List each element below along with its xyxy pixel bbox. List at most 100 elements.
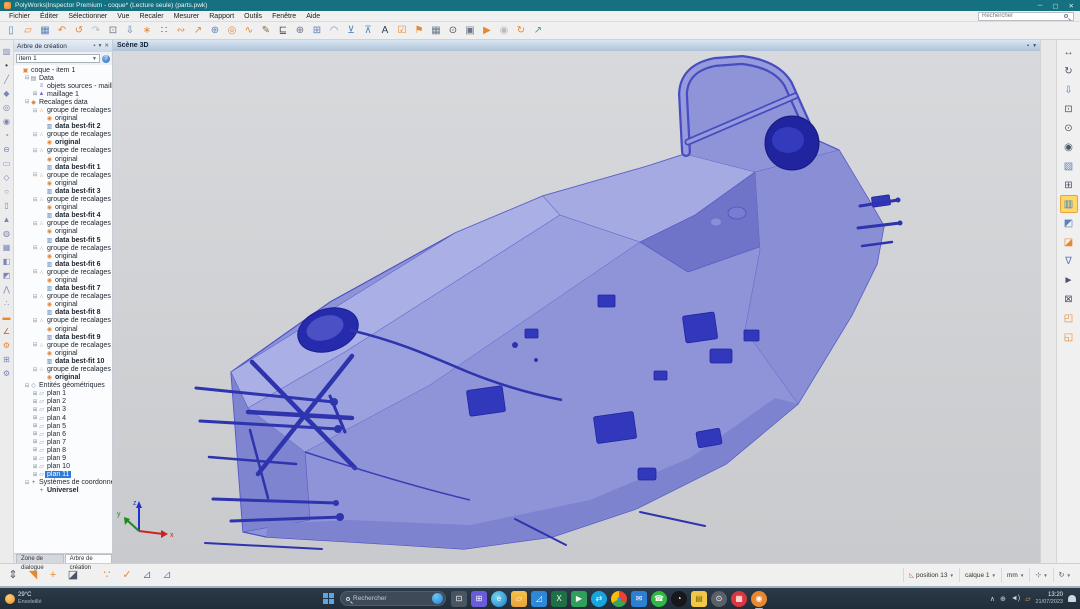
tree-item-label[interactable]: plan 2 (45, 398, 68, 405)
store-icon[interactable]: ⊞ (471, 591, 487, 607)
tree-row[interactable]: ▥ data best-fit 10 (14, 357, 112, 365)
probe-point-icon[interactable]: ⊻ (343, 23, 359, 39)
angle-tool-icon[interactable]: ∠ (1, 324, 13, 337)
tab-creation-tree[interactable]: Arbre de création (65, 554, 112, 563)
tree-item-label[interactable]: data best-fit 8 (53, 309, 103, 316)
undo-icon[interactable]: ↶ (54, 23, 70, 39)
teamviewer-icon[interactable]: ⇄ (591, 591, 607, 607)
menu-item[interactable]: Fichier (4, 13, 35, 20)
tree-item-label[interactable]: plan 4 (45, 415, 68, 422)
tree-item-label[interactable]: original (53, 350, 80, 357)
weather-widget[interactable]: 29°C Ensoleillé (0, 592, 42, 605)
polyworks-icon[interactable]: ◉ (751, 591, 767, 607)
color-map-icon[interactable]: ▥ (1060, 195, 1078, 213)
speaker-icon[interactable]: ◄) (1011, 595, 1020, 602)
snapshot-icon[interactable]: ⊡ (105, 23, 121, 39)
tree-item-label[interactable]: plan 8 (45, 447, 68, 454)
tree-row[interactable]: ◉ original (14, 349, 112, 357)
tree-item-label[interactable]: plan 9 (45, 455, 68, 462)
tree-row[interactable]: ⊞ ▱ plan 5 (14, 422, 112, 430)
tree-item-label[interactable]: Entités géométriques (37, 382, 107, 389)
scan-pad-icon[interactable]: ▨ (1, 44, 13, 57)
slot-tool-icon[interactable]: ⊖ (1, 142, 13, 155)
separator-icon[interactable]: ▬ (1, 310, 13, 323)
translate-view-icon[interactable]: ↔ (1060, 43, 1078, 61)
play-macro-icon[interactable]: ▶ (479, 23, 495, 39)
tree-row[interactable]: ◉ original (14, 252, 112, 260)
sphere-tool-icon[interactable]: ◍ (1, 226, 13, 239)
tree-item-label[interactable]: data best-fit 3 (53, 188, 103, 195)
cylinder-tool-icon[interactable]: ▯ (1, 198, 13, 211)
menu-item[interactable]: Fenêtre (267, 13, 301, 20)
scene-3d[interactable]: z x y (113, 51, 1040, 563)
tree-row[interactable]: ⊞ ▱ plan 3 (14, 406, 112, 414)
align-sequence-icon[interactable]: ⊿ (138, 566, 156, 584)
cloud-icon[interactable]: ◠ (326, 23, 342, 39)
play-icon[interactable]: ▶ (571, 591, 587, 607)
tree-row[interactable]: ◉ original (14, 204, 112, 212)
undo-view-icon[interactable]: ↺ (71, 23, 87, 39)
tree-item-label[interactable]: plan 1 (45, 390, 68, 397)
command-search-input[interactable] (982, 13, 1064, 19)
point-cloud-icon[interactable]: ∴ (1, 296, 13, 309)
tree-item-label[interactable]: data best-fit 6 (53, 261, 103, 268)
clock-app-icon[interactable]: ◔ (671, 591, 687, 607)
chrome-icon[interactable]: ● (611, 591, 627, 607)
menu-item[interactable]: Recaler (134, 13, 168, 20)
tree-item-label[interactable]: original (53, 115, 80, 122)
tray-chevron-icon[interactable]: ∧ (990, 595, 995, 603)
network-icon[interactable]: ⊕ (1000, 595, 1006, 603)
checklist-icon[interactable]: ☑ (394, 23, 410, 39)
tree-item-label[interactable]: original (53, 374, 82, 381)
tree-row[interactable]: ▥ data best-fit 6 (14, 260, 112, 268)
maximize-button[interactable]: ▢ (1052, 2, 1058, 10)
tree-item-label[interactable]: data best-fit 10 (53, 358, 106, 365)
sticky-notes-icon[interactable]: ▤ (691, 591, 707, 607)
tree-item-label[interactable]: original (53, 301, 80, 308)
tree-item-label[interactable]: coque - item 1 (29, 67, 77, 74)
validate-measure-icon[interactable]: ✓ (118, 566, 136, 584)
tree-item-label[interactable]: data best-fit 9 (53, 334, 103, 341)
tree-row[interactable]: ⊟ ∴ groupe de recalages 7 (14, 244, 112, 252)
excel-icon[interactable]: X (551, 591, 567, 607)
open-folder-icon[interactable]: ▱ (20, 23, 36, 39)
menu-item[interactable]: Aide (301, 13, 325, 20)
tree-row[interactable]: ▥ data best-fit 4 (14, 212, 112, 220)
tree-item-label[interactable]: data best-fit 5 (53, 237, 103, 244)
tree-item-label[interactable]: groupe de recalages 6 (45, 220, 112, 227)
gear-pair-icon[interactable]: ⚙ (1, 366, 13, 379)
probe-align-icon[interactable]: ↗ (190, 23, 206, 39)
tree-row[interactable]: ◉ original (14, 179, 112, 187)
tree-row[interactable]: ⊟ ∴ groupe de recalages 9 (14, 293, 112, 301)
tree-row[interactable]: ⊟ + Systèmes de coordonnées (14, 479, 112, 487)
tree-row[interactable]: ⊟ ∴ groupe de recalages 10 (14, 317, 112, 325)
command-search[interactable] (978, 12, 1074, 21)
record-macro-icon[interactable]: ◉ (496, 23, 512, 39)
tree-row[interactable]: ◉ original (14, 228, 112, 236)
polyline-icon[interactable]: ⋀ (1, 282, 13, 295)
tree-row[interactable]: ▥ data best-fit 1 (14, 163, 112, 171)
edge-icon[interactable]: e (491, 591, 507, 607)
tree-item-label[interactable]: maillage 1 (45, 91, 81, 98)
import-icon[interactable]: ⇩ (122, 23, 138, 39)
redo-icon[interactable]: ↷ (88, 23, 104, 39)
select-volume-icon[interactable]: ◱ (1060, 328, 1078, 346)
tree-item-label[interactable]: objets sources - maillage 1 (45, 83, 112, 90)
menu-item[interactable]: Outils (239, 13, 267, 20)
tree-row[interactable]: + Universel (14, 487, 112, 495)
tree-row[interactable]: ⊟ ◇ Entités géométriques (14, 382, 112, 390)
new-file-icon[interactable]: ▯ (3, 23, 19, 39)
probe-axes-icon[interactable]: + (44, 566, 62, 584)
tray-folder-icon[interactable]: ▱ (1025, 595, 1030, 603)
mail-icon[interactable]: ✉ (631, 591, 647, 607)
grid-surface-icon[interactable]: ▦ (1, 240, 13, 253)
disc-tool-icon[interactable]: ◉ (1, 114, 13, 127)
tree-item-label[interactable]: original (53, 253, 80, 260)
clapper-icon[interactable]: ◪ (64, 566, 82, 584)
menu-item[interactable]: Sélectionner (63, 13, 112, 20)
tree-item-label[interactable]: plan 6 (45, 431, 68, 438)
tree-item-label[interactable]: plan 3 (45, 406, 68, 413)
ellipse-tool-icon[interactable]: ○ (1, 184, 13, 197)
tree-item-label[interactable]: original (53, 326, 80, 333)
fold-surface-icon[interactable]: ◩ (1, 268, 13, 281)
